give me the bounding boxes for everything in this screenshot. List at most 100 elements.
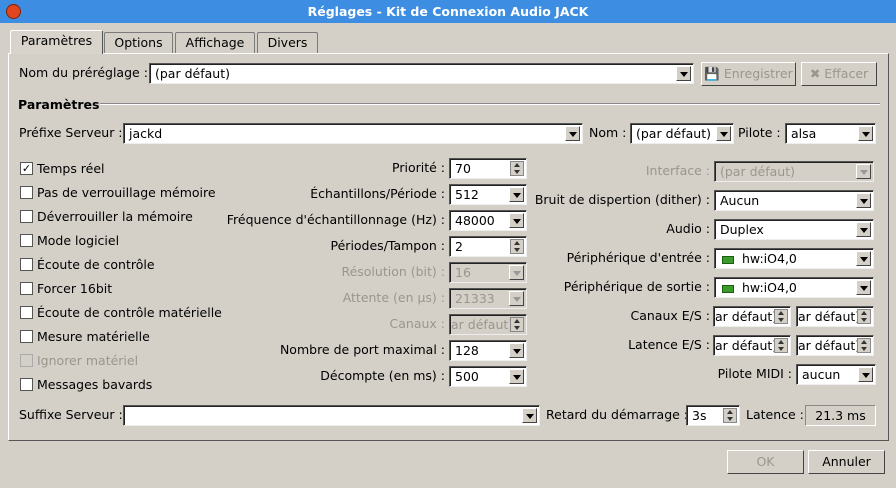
preset-value: (par défaut) <box>155 66 230 81</box>
checkbox-label: Ignorer matériel <box>37 353 139 368</box>
server-name-combo[interactable]: (par défaut) <box>630 123 734 144</box>
driver-option-value: Duplex <box>720 222 764 237</box>
spin-arrows-icon[interactable] <box>857 309 871 324</box>
server-name-label: Nom : <box>589 125 627 140</box>
spin-arrows-icon[interactable] <box>774 338 788 353</box>
midi-driver-value: aucun <box>802 367 841 382</box>
driver-option-label: Périphérique d'entrée : <box>566 250 710 265</box>
param-spinbox[interactable]: 70 <box>449 158 527 179</box>
delete-button[interactable]: ✖ Effacer <box>801 62 877 86</box>
chevron-down-icon[interactable] <box>676 66 691 81</box>
midi-driver-combo[interactable]: aucun <box>796 364 876 385</box>
latency-label: Latence : <box>746 407 804 422</box>
ok-button[interactable]: OK <box>727 450 804 474</box>
checkbox-label: Messages bavards <box>37 377 153 392</box>
driver-value: alsa <box>791 126 817 141</box>
channels-out-spin[interactable]: ar défaut) <box>796 306 874 327</box>
checkbox <box>20 354 33 367</box>
driver-combo[interactable]: alsa <box>785 123 876 144</box>
checkbox[interactable] <box>20 186 33 199</box>
checkbox[interactable] <box>20 330 33 343</box>
param-label: Nombre de port maximal : <box>279 342 445 357</box>
chevron-down-icon[interactable] <box>856 251 871 266</box>
param-value: ar défaut) <box>451 317 514 332</box>
latency-in-spin[interactable]: ar défaut) <box>713 335 791 356</box>
tab-divers[interactable]: Divers <box>257 32 318 53</box>
param-combo[interactable]: 500 <box>449 366 527 387</box>
tab-affichage[interactable]: Affichage <box>175 32 255 53</box>
param-label: Attente (en µs) : <box>342 290 445 305</box>
latency-out-value: ar défaut) <box>798 338 861 353</box>
chevron-down-icon[interactable] <box>522 408 537 423</box>
driver-option-label: Bruit de dispertion (dither) : <box>534 192 710 207</box>
param-label: Canaux : <box>389 316 445 331</box>
param-combo[interactable]: 128 <box>449 340 527 361</box>
checkbox[interactable] <box>20 282 33 295</box>
preset-combo[interactable]: (par défaut) <box>149 63 694 84</box>
chevron-down-icon[interactable] <box>856 222 871 237</box>
chevron-down-icon[interactable] <box>509 343 524 358</box>
spin-arrows-icon[interactable] <box>723 408 737 423</box>
param-combo[interactable]: 48000 <box>449 210 527 231</box>
app-icon <box>6 4 21 19</box>
title-bar: Réglages - Kit de Connexion Audio JACK <box>0 0 896 23</box>
param-spinbox: ar défaut) <box>449 314 527 335</box>
save-label: Enregistrer <box>723 66 793 81</box>
save-button[interactable]: 💾 Enregistrer <box>701 62 796 86</box>
chevron-down-icon[interactable] <box>716 126 731 141</box>
spin-arrows-icon[interactable] <box>774 309 788 324</box>
chevron-down-icon[interactable] <box>858 126 873 141</box>
checkbox-label: Déverrouiller la mémoire <box>37 209 193 224</box>
checkbox-label: Mode logiciel <box>37 233 120 248</box>
startup-delay-spin[interactable]: 3s <box>686 405 740 426</box>
driver-option-combo[interactable]: hw:iO4,0 <box>714 277 874 298</box>
sound-card-icon <box>722 255 734 264</box>
chevron-down-icon[interactable] <box>509 369 524 384</box>
server-prefix-combo[interactable]: jackd <box>123 123 583 144</box>
window-title: Réglages - Kit de Connexion Audio JACK <box>307 4 589 19</box>
param-spinbox[interactable]: 2 <box>449 236 527 257</box>
param-value: 2 <box>455 239 463 254</box>
checkbox-label: Mesure matérielle <box>37 329 150 344</box>
latency-out-spin[interactable]: ar défaut) <box>796 335 874 356</box>
channels-in-spin[interactable]: ar défaut) <box>713 306 791 327</box>
channels-in-value: ar défaut) <box>715 309 778 324</box>
chevron-down-icon[interactable] <box>858 367 873 382</box>
server-suffix-combo[interactable] <box>123 405 540 426</box>
driver-option-combo[interactable]: hw:iO4,0 <box>714 248 874 269</box>
checkbox[interactable] <box>20 210 33 223</box>
latency-io-label: Latence E/S : <box>628 337 710 352</box>
server-prefix-label: Préfixe Serveur : <box>19 125 123 140</box>
checkbox[interactable] <box>20 234 33 247</box>
param-value: 48000 <box>455 213 495 228</box>
tab-options[interactable]: Options <box>104 32 173 53</box>
cancel-button[interactable]: Annuler <box>808 450 885 474</box>
driver-option-value: Aucun <box>720 193 760 208</box>
checkbox-label: Écoute de contrôle matérielle <box>37 305 222 320</box>
param-value: 500 <box>455 369 479 384</box>
tab-parametres[interactable]: Paramètres <box>10 30 103 54</box>
driver-option-combo[interactable]: Aucun <box>714 190 874 211</box>
driver-option-combo: (par défaut) <box>714 161 874 182</box>
driver-option-value: hw:iO4,0 <box>742 280 797 295</box>
param-label: Échantillons/Période : <box>310 186 445 201</box>
startup-delay-label: Retard du démarrage : <box>546 407 689 422</box>
checkbox[interactable] <box>20 306 33 319</box>
divider <box>100 103 880 105</box>
checkbox-checked[interactable]: ✓ <box>20 162 33 175</box>
chevron-down-icon[interactable] <box>856 280 871 295</box>
spin-arrows-icon[interactable] <box>857 338 871 353</box>
chevron-down-icon[interactable] <box>856 193 871 208</box>
checkbox-label: Forcer 16bit <box>37 281 113 296</box>
param-value: 16 <box>455 265 471 280</box>
checkbox[interactable] <box>20 258 33 271</box>
param-combo[interactable]: 512 <box>449 184 527 205</box>
checkbox[interactable] <box>20 378 33 391</box>
checkbox-label: Temps réel <box>37 161 105 176</box>
midi-driver-label: Pilote MIDI : <box>717 366 792 381</box>
preset-label: Nom du préréglage : <box>19 65 148 80</box>
chevron-down-icon[interactable] <box>565 126 580 141</box>
channels-io-label: Canaux E/S : <box>630 308 711 323</box>
checkbox-label: Écoute de contrôle <box>37 257 155 272</box>
driver-option-combo[interactable]: Duplex <box>714 219 874 240</box>
